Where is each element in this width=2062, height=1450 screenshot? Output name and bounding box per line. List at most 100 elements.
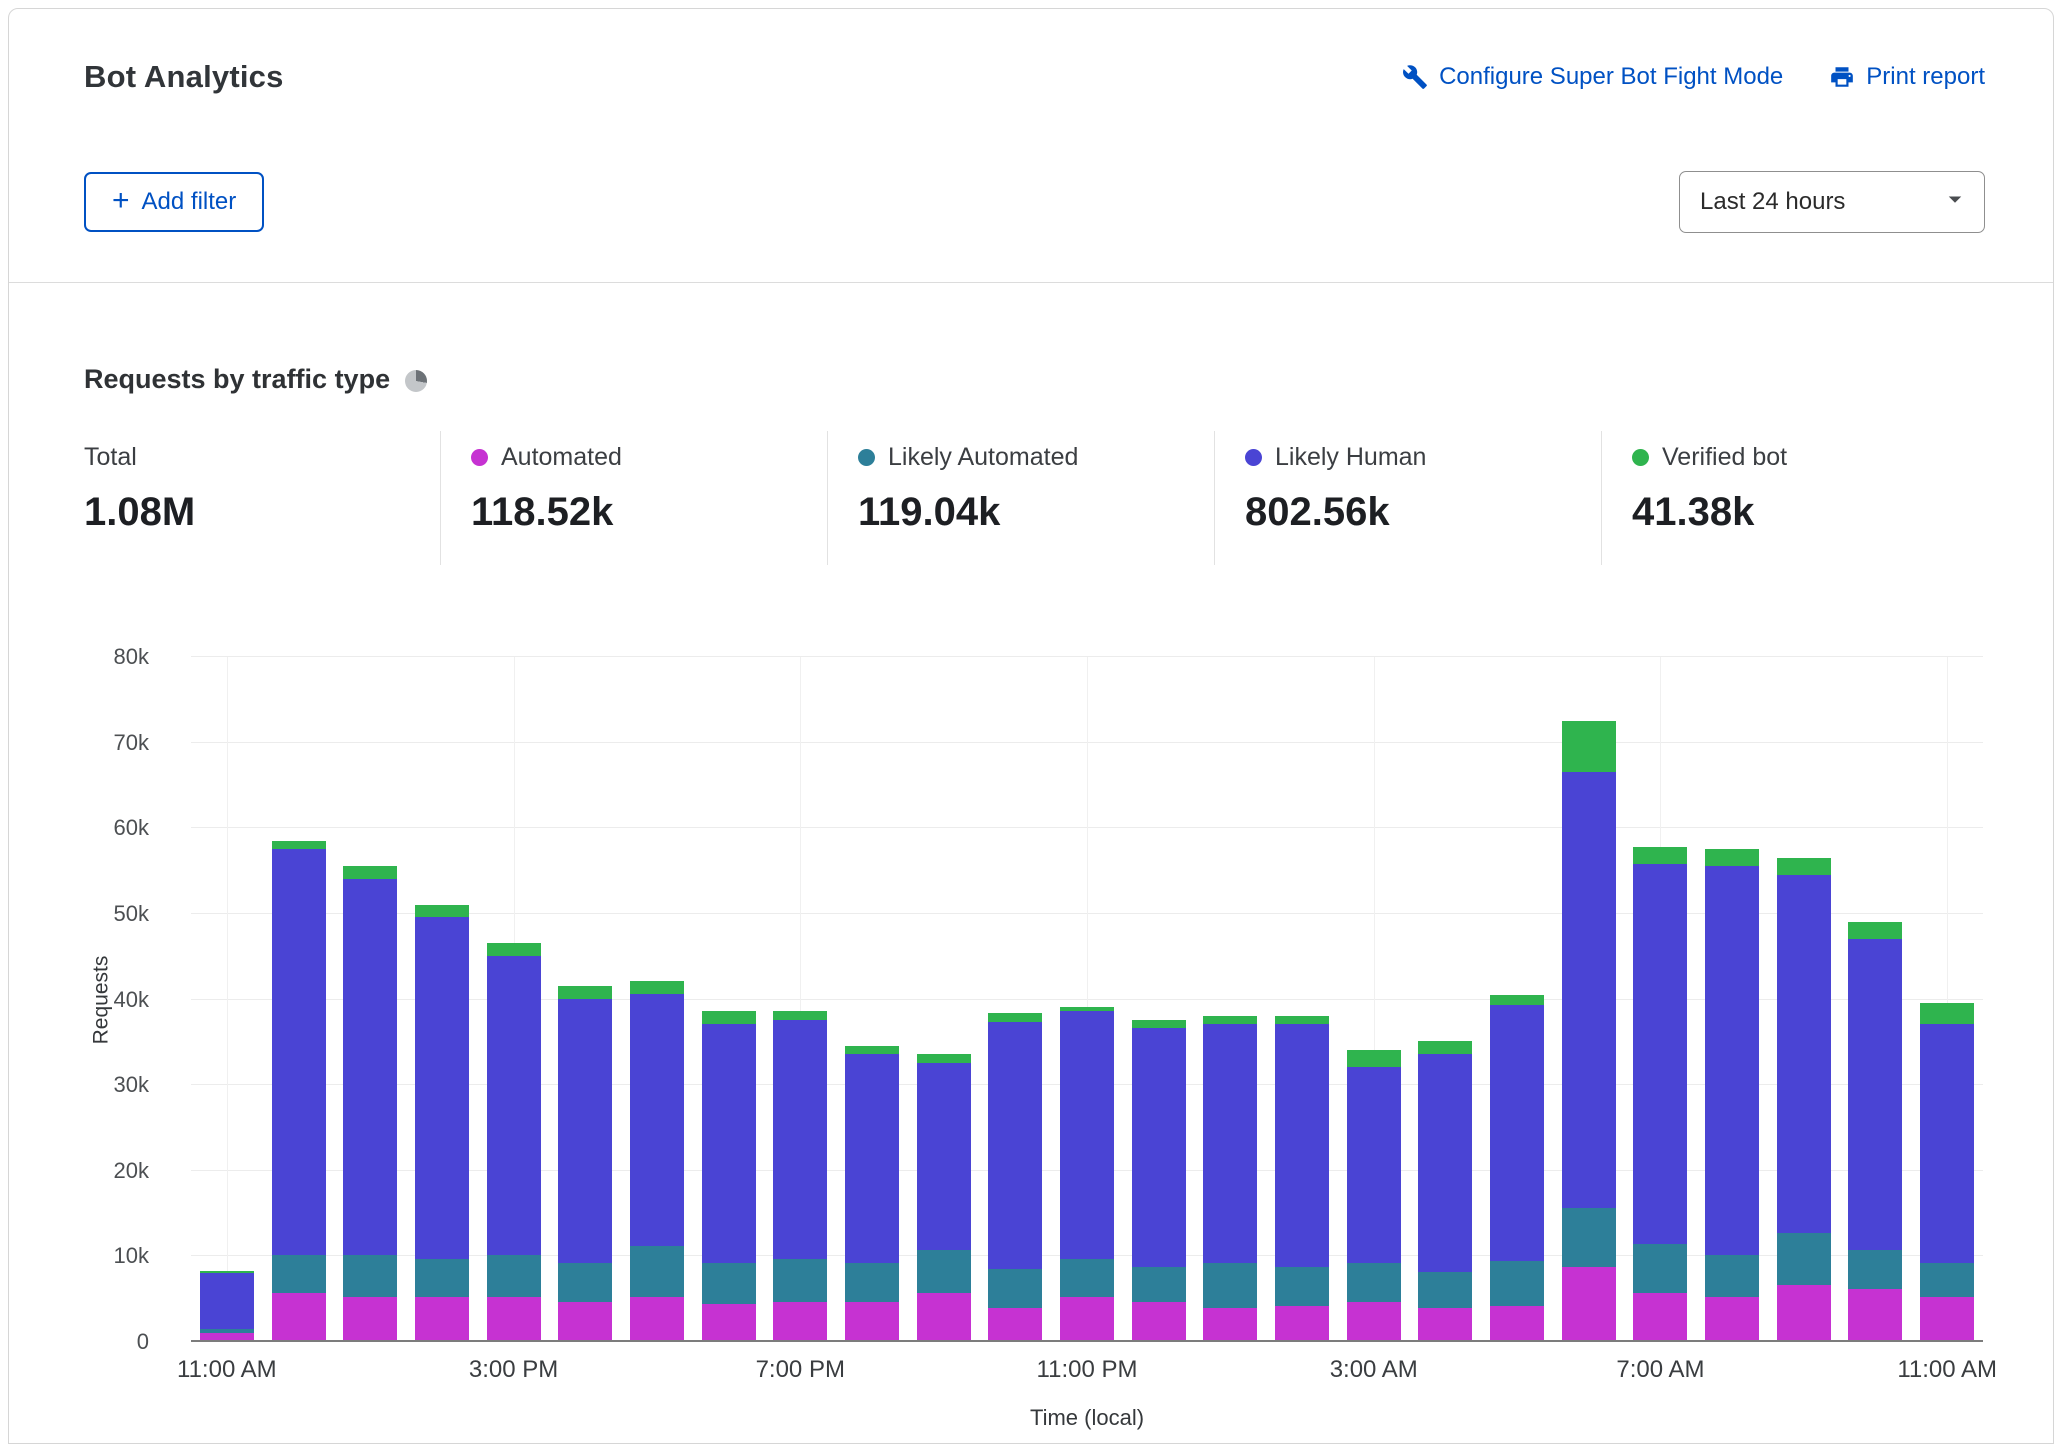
bar-segment: [1562, 721, 1616, 772]
stacked-bar[interactable]: [272, 657, 326, 1340]
stacked-bar[interactable]: [1777, 657, 1831, 1340]
verified-bot-dot-icon: [1632, 449, 1649, 466]
bar-segment: [702, 1011, 756, 1024]
stat-likely-human-label: Likely Human: [1275, 443, 1426, 472]
bar-segment: [773, 1020, 827, 1259]
bar-segment: [1060, 1011, 1114, 1259]
bar-segment: [1920, 1024, 1974, 1263]
pie-chart-icon[interactable]: [405, 370, 427, 392]
stacked-bar[interactable]: [1562, 657, 1616, 1340]
stacked-bar[interactable]: [343, 657, 397, 1340]
stat-likely-automated[interactable]: Likely Automated 119.04k: [827, 431, 1214, 565]
stacked-bar[interactable]: [1705, 657, 1759, 1340]
bar-segment: [1132, 1267, 1186, 1301]
bar-segment: [702, 1024, 756, 1263]
add-filter-button[interactable]: + Add filter: [84, 172, 264, 232]
bar-segment: [917, 1063, 971, 1251]
y-tick-label: 20k: [114, 1158, 149, 1184]
bar-segment: [917, 1250, 971, 1293]
configure-sbfm-label: Configure Super Bot Fight Mode: [1439, 63, 1783, 91]
stacked-bar[interactable]: [1920, 657, 1974, 1340]
y-tick-label: 10k: [114, 1243, 149, 1269]
bar-segment: [845, 1302, 899, 1340]
time-range-value: Last 24 hours: [1700, 188, 1845, 216]
stacked-bar[interactable]: [988, 657, 1042, 1340]
stacked-bar[interactable]: [773, 657, 827, 1340]
stacked-bar[interactable]: [1275, 657, 1329, 1340]
y-tick-label: 80k: [114, 644, 149, 670]
bar-segment: [1347, 1067, 1401, 1263]
likely-automated-dot-icon: [858, 449, 875, 466]
bar-segment: [415, 1259, 469, 1297]
stacked-bar[interactable]: [415, 657, 469, 1340]
bar-segment: [558, 999, 612, 1264]
print-report-label: Print report: [1866, 63, 1985, 91]
bar-segment: [1203, 1024, 1257, 1263]
x-tick-label: 11:00 PM: [1037, 1356, 1138, 1384]
bar-segment: [1132, 1020, 1186, 1029]
bar-segment: [558, 986, 612, 999]
bar-segment: [1705, 1297, 1759, 1340]
stat-automated-label: Automated: [501, 443, 622, 472]
stacked-bar[interactable]: [1347, 657, 1401, 1340]
x-tick-label: 3:00 PM: [469, 1356, 558, 1384]
requests-chart: Requests 010k20k30k40k50k60k70k80k 11:00…: [9, 565, 2053, 1445]
stacked-bar[interactable]: [702, 657, 756, 1340]
stacked-bar[interactable]: [200, 657, 254, 1340]
bar-segment: [1275, 1024, 1329, 1267]
bar-segment: [845, 1046, 899, 1055]
stacked-bar[interactable]: [845, 657, 899, 1340]
stacked-bar[interactable]: [1633, 657, 1687, 1340]
stat-total: Total 1.08M: [84, 431, 440, 565]
bar-segment: [1633, 847, 1687, 864]
stat-total-value: 1.08M: [84, 490, 440, 535]
bar-segment: [630, 994, 684, 1246]
stacked-bar[interactable]: [1490, 657, 1544, 1340]
print-report-link[interactable]: Print report: [1829, 63, 1985, 91]
bar-segment: [343, 1255, 397, 1298]
bar-segment: [1848, 1250, 1902, 1288]
bar-segment: [1920, 1297, 1974, 1340]
stat-likely-automated-value: 119.04k: [858, 490, 1214, 535]
bar-segment: [988, 1013, 1042, 1022]
bar-segment: [1705, 1255, 1759, 1298]
stacked-bar[interactable]: [1418, 657, 1472, 1340]
bar-segment: [917, 1293, 971, 1340]
bar-segment: [1132, 1028, 1186, 1267]
stat-automated[interactable]: Automated 118.52k: [440, 431, 827, 565]
bar-segment: [1490, 1261, 1544, 1305]
stacked-bar[interactable]: [1060, 657, 1114, 1340]
page: { "header": { "title": "Bot Analytics", …: [0, 0, 2062, 1450]
bar-segment: [1848, 922, 1902, 939]
bar-segment: [1060, 1259, 1114, 1297]
configure-sbfm-link[interactable]: Configure Super Bot Fight Mode: [1402, 63, 1783, 91]
bar-segment: [845, 1263, 899, 1301]
bar-segment: [272, 1293, 326, 1340]
bar-segment: [272, 841, 326, 850]
bar-segment: [1203, 1016, 1257, 1025]
bar-segment: [415, 1297, 469, 1340]
y-tick-label: 40k: [114, 987, 149, 1013]
printer-icon: [1829, 64, 1855, 90]
stacked-bar[interactable]: [1848, 657, 1902, 1340]
bar-segment: [702, 1304, 756, 1340]
stacked-bar[interactable]: [487, 657, 541, 1340]
stacked-bar[interactable]: [1132, 657, 1186, 1340]
stacked-bar[interactable]: [1203, 657, 1257, 1340]
bar-segment: [415, 917, 469, 1259]
stat-likely-human[interactable]: Likely Human 802.56k: [1214, 431, 1601, 565]
stacked-bar[interactable]: [630, 657, 684, 1340]
plus-icon: +: [112, 186, 130, 216]
stacked-bar[interactable]: [917, 657, 971, 1340]
stacked-bar[interactable]: [558, 657, 612, 1340]
bar-segment: [487, 943, 541, 956]
bar-segment: [1562, 1267, 1616, 1340]
bar-segment: [1562, 1208, 1616, 1268]
bar-segment: [1633, 1244, 1687, 1294]
bar-segment: [1347, 1302, 1401, 1340]
time-range-select[interactable]: Last 24 hours: [1679, 171, 1985, 233]
bar-segment: [1562, 772, 1616, 1207]
stat-verified-bot[interactable]: Verified bot 41.38k: [1601, 431, 1988, 565]
bar-segment: [558, 1302, 612, 1340]
bar-segment: [487, 1255, 541, 1298]
